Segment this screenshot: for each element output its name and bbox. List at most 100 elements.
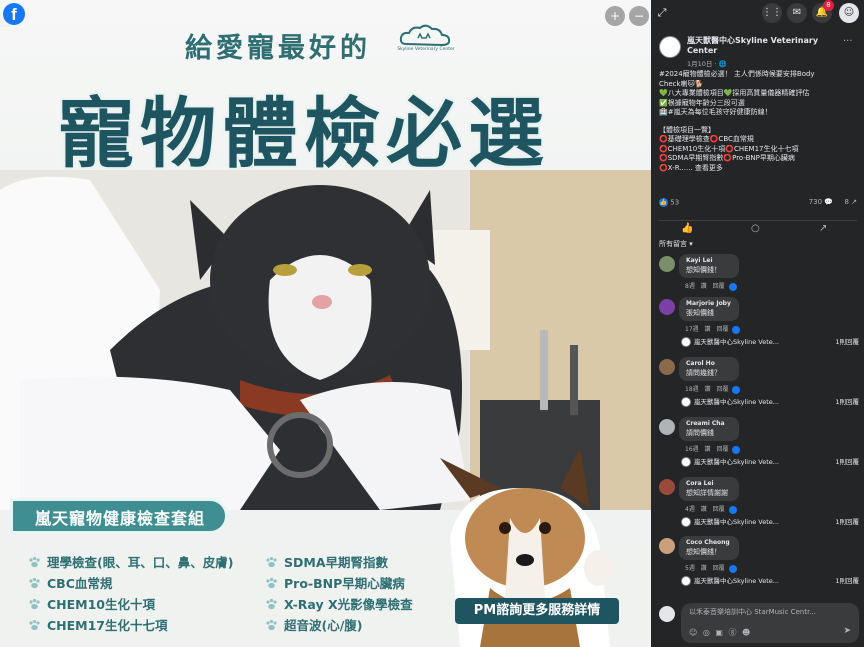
post-date[interactable]: 1月10日 · 🌐: [687, 58, 727, 68]
comment-bubble: Creami Cha 請問價錢: [679, 417, 739, 441]
service-item: X-Ray X光影像學檢查: [265, 593, 413, 614]
paw-icon: [29, 619, 40, 630]
post-line: ⭕CHEM10生化十項⭕CHEM17生化十七項: [659, 144, 799, 153]
post-line: 【體檢項目一覽】: [659, 125, 715, 134]
comment-meta[interactable]: 4週 讚 回覆: [685, 504, 737, 514]
services-list-right: SDMA早期腎指數 Pro-BNP早期心臟病 X-Ray X光影像學檢查 超音波…: [265, 551, 413, 635]
comment-meta[interactable]: 8週 讚 回覆: [685, 281, 737, 291]
more-options-icon[interactable]: ···: [843, 36, 853, 47]
comment-text: 請問幾錢？: [686, 369, 721, 377]
like-reaction-icon: [732, 445, 741, 454]
reply-preview[interactable]: 嵐天獸醫中心Skyline Vete... 1則回覆: [681, 336, 859, 347]
commenter-avatar[interactable]: [659, 419, 675, 435]
reply-avatar: [681, 397, 691, 407]
reply-avatar: [681, 517, 691, 527]
image-viewer: f + − 給愛寵最好的 Skyline Veterinary Center 寵…: [0, 0, 651, 647]
fullscreen-icon[interactable]: ⤢: [652, 3, 672, 23]
share-button-icon[interactable]: ↗: [819, 223, 827, 234]
service-item: CHEM10生化十項: [28, 593, 233, 614]
paw-icon: [29, 598, 40, 609]
grid-menu-icon[interactable]: ⋮⋮: [762, 3, 782, 23]
commenter-name[interactable]: Coco Cheong: [686, 539, 732, 546]
comment-sort-dropdown[interactable]: 所有留言 ▾: [659, 239, 693, 249]
post-text: #2024寵物體檢必選！ 主人們係時候要安排Body Check喇🐱🐕 💚八大專…: [659, 70, 859, 173]
post-line: Check喇🐱🐕: [659, 79, 704, 88]
reply-avatar: [681, 457, 691, 467]
paw-icon: [266, 577, 277, 588]
service-item: Pro-BNP早期心臟病: [265, 572, 413, 593]
comment-bubble: Kayi Lei 想知價錢！: [679, 254, 739, 278]
comment-composer: 以禾泰音樂培訓中心 StarMusic Centr... ☺ ◎ ▣ ⓖ ☻ ➤: [659, 603, 859, 643]
like-count[interactable]: 53: [670, 199, 679, 207]
share-count[interactable]: 8 ↗: [844, 198, 857, 206]
post-line: ✅根據寵物年齡分三段可選: [659, 98, 745, 107]
current-user-avatar[interactable]: [659, 606, 675, 622]
reply-preview[interactable]: 嵐天獸醫中心Skyline Vete... 1則回覆: [681, 516, 859, 527]
like-reaction-icon: [728, 282, 737, 291]
commenter-name[interactable]: Cora Lei: [686, 480, 732, 487]
see-more-link[interactable]: ⭕X-R...... 查看更多: [659, 164, 859, 174]
comment-count[interactable]: 730 💬: [809, 198, 833, 206]
like-reaction-icon: [732, 385, 741, 394]
package-title-pill: 嵐天寵物健康檢查套組: [10, 498, 229, 534]
comment-meta[interactable]: 5週 讚 回覆: [685, 563, 737, 573]
comment-meta[interactable]: 18週 讚 回覆: [685, 384, 741, 394]
like-reaction-icon: [728, 564, 737, 573]
send-icon[interactable]: ➤: [843, 626, 851, 636]
page-name-link[interactable]: 嵐天獸醫中心Skyline Veterinary Center: [687, 36, 837, 56]
profile-avatar-icon[interactable]: ☺: [839, 3, 859, 23]
composer-tool-icons[interactable]: ☺ ◎ ▣ ⓖ ☻: [689, 627, 750, 638]
commenter-avatar[interactable]: [659, 479, 675, 495]
post-line: #2024寵物體檢必選！ 主人們係時候要安排Body: [659, 70, 815, 78]
commenter-name[interactable]: Creami Cha: [686, 420, 732, 427]
like-reaction-icon: 👍: [659, 198, 668, 207]
promo-poster-image[interactable]: f + − 給愛寵最好的 Skyline Veterinary Center 寵…: [0, 0, 651, 647]
like-reaction-icon: [728, 505, 737, 514]
post-line: 💚八大專業體檢項目💚採用高質量儀器精確評估: [659, 89, 810, 97]
commenter-name[interactable]: Kayi Lei: [686, 257, 732, 264]
comment-bubble: Cora Lei 想知詳情謝謝: [679, 477, 739, 501]
brand-logo: Skyline Veterinary Center: [396, 24, 456, 58]
commenter-avatar[interactable]: [659, 256, 675, 272]
reply-avatar: [681, 576, 691, 586]
paw-icon: [266, 598, 277, 609]
like-button-icon[interactable]: 👍: [681, 223, 693, 234]
commenter-avatar[interactable]: [659, 538, 675, 554]
top-bar: ⤢ ⋮⋮ ✉ 🔔 8 ☺: [651, 0, 864, 26]
service-item: 超音波(心/腹): [265, 614, 413, 635]
paw-icon: [266, 556, 277, 567]
page-avatar[interactable]: [659, 36, 681, 58]
paw-icon: [29, 556, 40, 567]
comment-bubble: Coco Cheong 想知價錢！: [679, 536, 739, 560]
services-list-left: 理學檢查(眼、耳、口、鼻、皮膚) CBC血常規 CHEM10生化十項 CHEM1…: [28, 551, 233, 635]
reactions-row: 👍 53 730 💬 8 ↗: [659, 198, 857, 212]
zoom-out-icon[interactable]: −: [629, 6, 649, 26]
like-reaction-icon: [732, 325, 741, 334]
commenter-name[interactable]: Carol Ho: [686, 360, 732, 367]
comment-meta[interactable]: 17週 讚 回覆: [685, 324, 741, 334]
commenter-name[interactable]: Marjorie Joby: [686, 300, 732, 307]
notification-badge: 8: [823, 0, 834, 11]
commenter-avatar[interactable]: [659, 299, 675, 315]
comment-text: 請問價錢: [686, 429, 714, 437]
comment-button-icon[interactable]: ○: [751, 223, 760, 234]
service-item: SDMA早期腎指數: [265, 551, 413, 572]
reply-preview[interactable]: 嵐天獸醫中心Skyline Vete... 1則回覆: [681, 575, 859, 586]
action-bar: 👍 ○ ↗: [659, 220, 857, 234]
comment-bubble: Carol Ho 請問幾錢？: [679, 357, 739, 381]
comment-bubble: Marjorie Joby 張知價錢: [679, 297, 739, 321]
comment-input[interactable]: 以禾泰音樂培訓中心 StarMusic Centr... ☺ ◎ ▣ ⓖ ☻ ➤: [681, 603, 859, 643]
comment-text: 想知價錢！: [686, 548, 721, 556]
post-sidebar: ⤢ ⋮⋮ ✉ 🔔 8 ☺ 嵐天獸醫中心Skyline Veterinary Ce…: [651, 0, 864, 647]
messenger-icon[interactable]: ✉: [787, 3, 807, 23]
facebook-logo-icon[interactable]: f: [3, 3, 25, 25]
paw-icon: [266, 619, 277, 630]
reply-preview[interactable]: 嵐天獸醫中心Skyline Vete... 1則回覆: [681, 456, 859, 467]
zoom-in-icon[interactable]: +: [605, 6, 625, 26]
comment-placeholder: 以禾泰音樂培訓中心 StarMusic Centr...: [689, 608, 817, 616]
comment-text: 想知價錢！: [686, 266, 721, 274]
commenter-avatar[interactable]: [659, 359, 675, 375]
comment-meta[interactable]: 16週 讚 回覆: [685, 444, 741, 454]
reply-preview[interactable]: 嵐天獸醫中心Skyline Vete... 1則回覆: [681, 396, 859, 407]
